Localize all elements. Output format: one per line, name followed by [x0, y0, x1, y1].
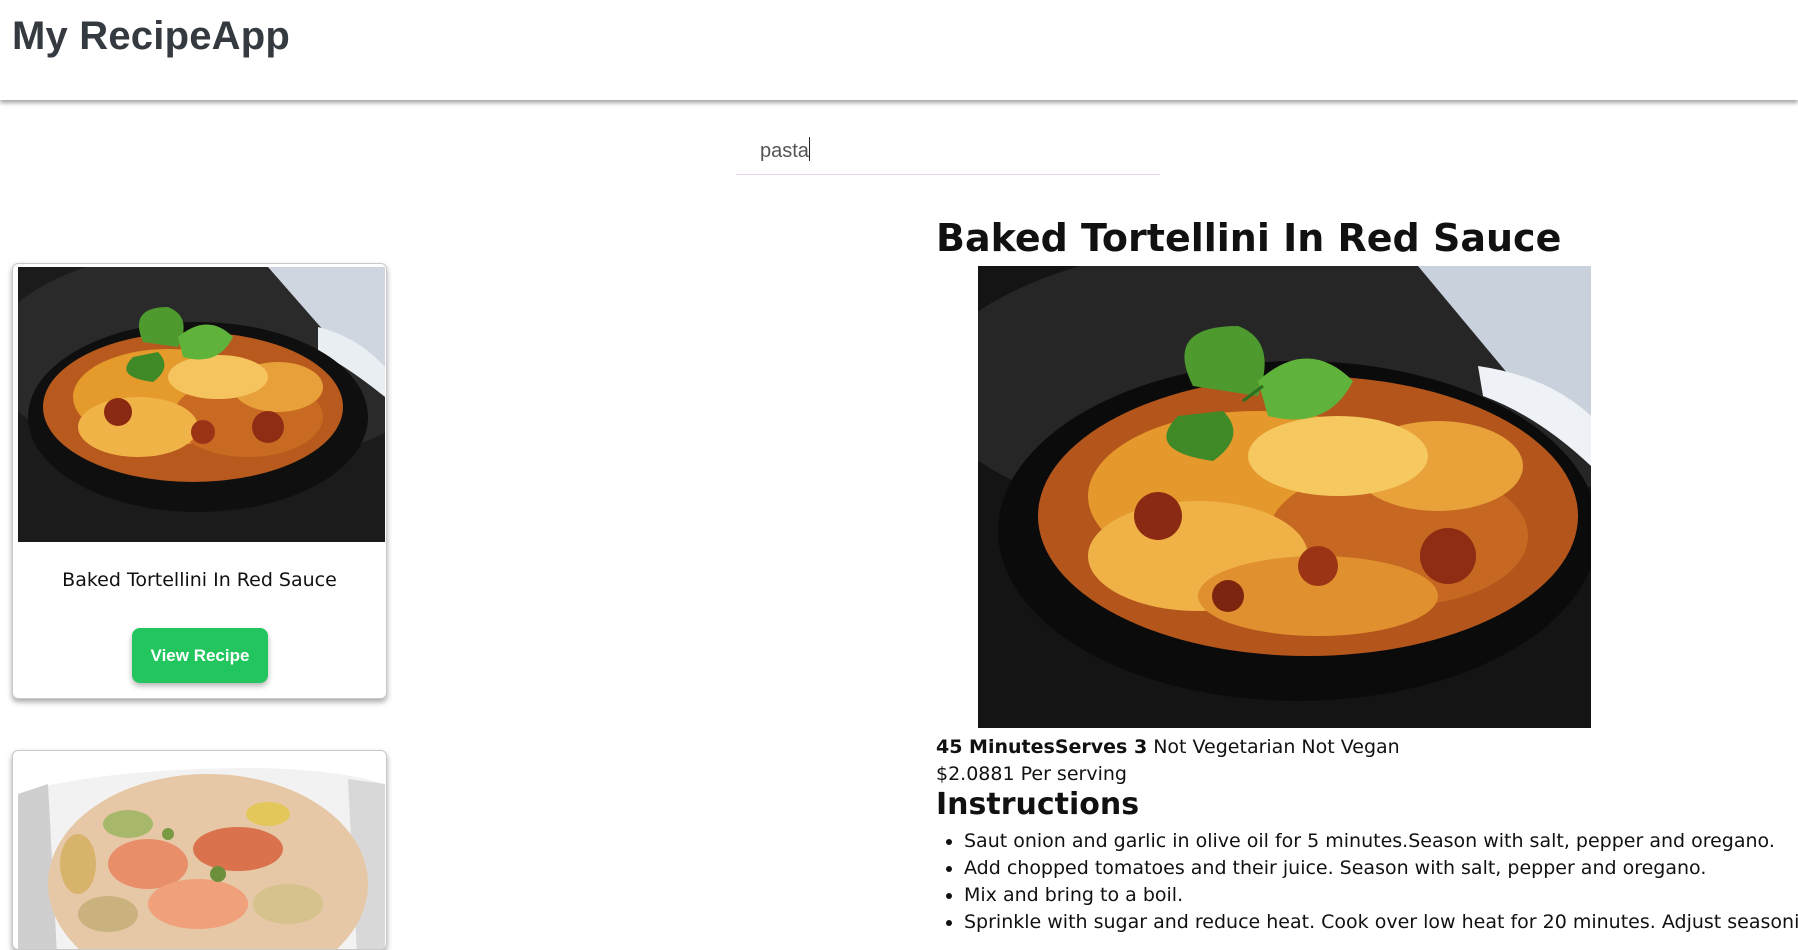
recipe-card: [12, 750, 387, 950]
recipe-vegan-status: Not Vegan: [1295, 736, 1400, 758]
instruction-step: Mix and bring to a boil.: [964, 882, 1798, 909]
instructions-list: Saut onion and garlic in olive oil for 5…: [936, 828, 1798, 936]
instruction-step: Saut onion and garlic in olive oil for 5…: [964, 828, 1798, 855]
instructions-heading: Instructions: [936, 787, 1140, 822]
tortellini-photo-icon: [18, 267, 385, 542]
recipe-detail-image: [978, 266, 1591, 728]
recipe-meta: 45 MinutesServes 3 Not Vegetarian Not Ve…: [936, 736, 1400, 758]
recipe-detail-title: Baked Tortellini In Red Sauce: [936, 216, 1562, 260]
tortellini-photo-icon: [978, 266, 1591, 728]
recipe-card-image: [18, 267, 385, 542]
recipe-card: Baked Tortellini In Red Sauce View Recip…: [12, 263, 387, 699]
recipe-time: 45 Minutes: [936, 736, 1055, 758]
view-recipe-button[interactable]: View Recipe: [132, 628, 268, 683]
search-input[interactable]: [736, 128, 1160, 174]
recipe-serves: Serves 3: [1054, 736, 1148, 758]
instruction-step: Sprinkle with sugar and reduce heat. Coo…: [964, 909, 1798, 936]
instruction-step: Add chopped tomatoes and their juice. Se…: [964, 855, 1798, 882]
recipe-price: $2.0881 Per serving: [936, 763, 1127, 785]
recipe-card-title: Baked Tortellini In Red Sauce: [62, 569, 337, 591]
app-header: My RecipeApp: [0, 0, 1798, 100]
recipe-vegetarian-status: Not Vegetarian: [1147, 736, 1296, 758]
app-title: My RecipeApp: [12, 14, 291, 58]
text-caret: [809, 137, 810, 161]
search-field-wrapper: [736, 128, 1160, 175]
